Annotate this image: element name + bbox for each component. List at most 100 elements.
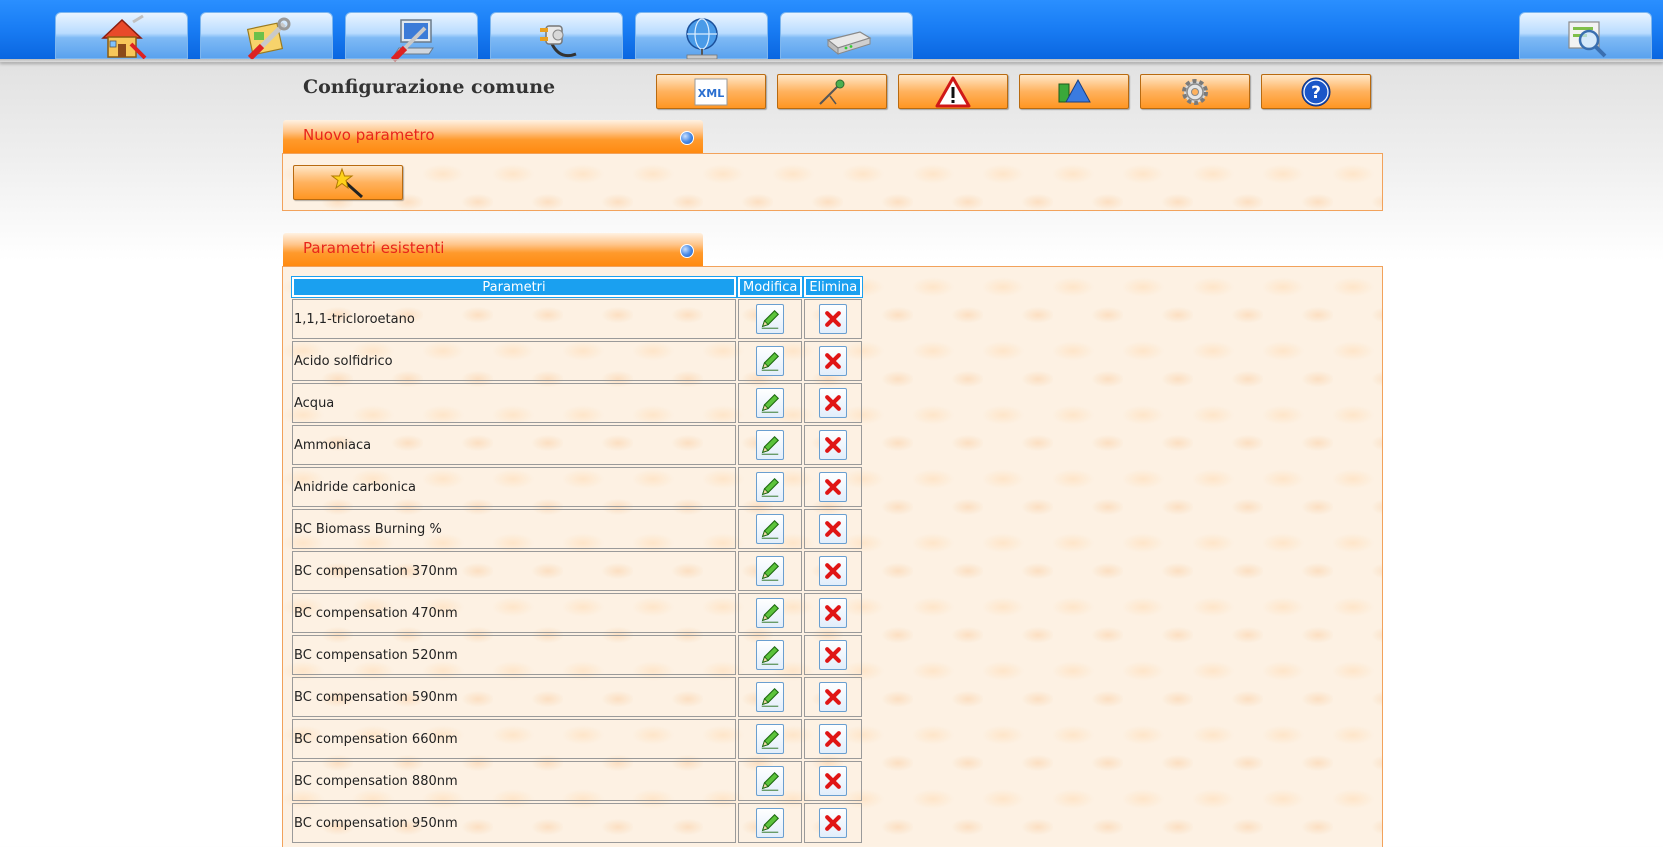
delete-cell — [804, 635, 863, 675]
delete-cell — [804, 803, 863, 843]
table-row: BC compensation 660nm — [292, 719, 863, 759]
edit-cell — [738, 719, 803, 759]
edit-button[interactable] — [756, 640, 785, 670]
delete-button[interactable] — [819, 556, 848, 586]
table-row: Anidride carbonica — [292, 467, 863, 507]
delete-button[interactable] — [819, 724, 848, 754]
nav-tab-search[interactable] — [1519, 12, 1652, 59]
delete-x-icon — [825, 773, 842, 789]
edit-button[interactable] — [756, 388, 785, 418]
help-icon: ? — [1301, 77, 1331, 106]
delete-button[interactable] — [819, 682, 848, 712]
collapse-toggle-icon[interactable] — [680, 131, 694, 145]
edit-button[interactable] — [756, 472, 785, 502]
parameter-name: Ammoniaca — [292, 425, 736, 465]
units-button[interactable] — [1019, 74, 1129, 109]
edit-cell — [738, 299, 803, 339]
edit-cell — [738, 509, 803, 549]
delete-x-icon — [825, 437, 842, 453]
warning-icon — [935, 76, 971, 107]
parameter-name: BC compensation 370nm — [292, 551, 736, 591]
probe-button[interactable] — [777, 74, 887, 109]
pencil-icon — [761, 393, 780, 413]
existing-parameters-panel-title: Parametri esistenti — [303, 239, 445, 257]
delete-button[interactable] — [819, 304, 848, 334]
table-row: BC compensation 370nm — [292, 551, 863, 591]
magic-wand-icon — [330, 167, 363, 198]
nav-tab-device[interactable] — [780, 12, 913, 59]
top-navigation-bar — [0, 0, 1663, 65]
xml-button[interactable]: XML — [656, 74, 766, 109]
table-row: Acido solfidrico — [292, 341, 863, 381]
nav-tab-tools[interactable] — [200, 12, 333, 60]
pencil-icon — [761, 771, 780, 791]
table-row: BC compensation 590nm — [292, 677, 863, 717]
parameter-name: BC compensation 520nm — [292, 635, 736, 675]
parameter-name: BC compensation 470nm — [292, 593, 736, 633]
delete-button[interactable] — [819, 430, 848, 460]
delete-cell — [804, 677, 863, 717]
settings-button[interactable] — [1140, 74, 1250, 109]
new-parameter-button[interactable] — [293, 165, 403, 200]
nav-tab-connection[interactable] — [490, 12, 623, 59]
delete-x-icon — [825, 353, 842, 369]
edit-button[interactable] — [756, 514, 785, 544]
edit-button[interactable] — [756, 346, 785, 376]
computer-icon — [390, 18, 434, 62]
edit-cell — [738, 635, 803, 675]
pencil-icon — [761, 309, 780, 329]
edit-button[interactable] — [756, 766, 785, 796]
edit-button[interactable] — [756, 598, 785, 628]
parameter-name: Acido solfidrico — [292, 341, 736, 381]
edit-button[interactable] — [756, 808, 785, 838]
delete-cell — [804, 719, 863, 759]
edit-button[interactable] — [756, 682, 785, 712]
collapse-toggle-icon[interactable] — [680, 244, 694, 258]
delete-button[interactable] — [819, 808, 848, 838]
table-row: Acqua — [292, 383, 863, 423]
delete-cell — [804, 299, 863, 339]
delete-button[interactable] — [819, 598, 848, 628]
delete-button[interactable] — [819, 766, 848, 796]
parameter-name: 1,1,1-tricloroetano — [292, 299, 736, 339]
delete-x-icon — [825, 647, 842, 663]
delete-x-icon — [825, 563, 842, 579]
delete-x-icon — [825, 689, 842, 705]
device-icon — [826, 30, 871, 55]
delete-x-icon — [825, 731, 842, 747]
existing-parameters-panel-header: Parametri esistenti — [283, 233, 703, 266]
existing-parameters-panel: Parametri Modifica Elimina 1,1,1-triclor… — [282, 266, 1383, 847]
delete-button[interactable] — [819, 472, 848, 502]
alarm-button[interactable] — [898, 74, 1008, 109]
pencil-icon — [761, 729, 780, 749]
edit-button[interactable] — [756, 556, 785, 586]
delete-button[interactable] — [819, 514, 848, 544]
edit-button[interactable] — [756, 724, 785, 754]
edit-button[interactable] — [756, 304, 785, 334]
pencil-icon — [761, 519, 780, 539]
search-icon — [1567, 20, 1606, 57]
edit-cell — [738, 593, 803, 633]
delete-button[interactable] — [819, 388, 848, 418]
nav-tab-network[interactable] — [635, 12, 768, 59]
nav-tab-home[interactable] — [55, 12, 188, 59]
xml-icon: XML — [694, 78, 728, 105]
table-row: BC Biomass Burning % — [292, 509, 863, 549]
delete-cell — [804, 425, 863, 465]
delete-button[interactable] — [819, 640, 848, 670]
delete-cell — [804, 761, 863, 801]
nav-tab-computer[interactable] — [345, 12, 478, 62]
edit-button[interactable] — [756, 430, 785, 460]
table-header-row: Parametri Modifica Elimina — [291, 276, 864, 298]
shapes-icon — [1058, 78, 1091, 102]
help-button[interactable]: ? — [1261, 74, 1371, 109]
column-header-edit: Modifica — [736, 276, 804, 298]
edit-cell — [738, 341, 803, 381]
edit-cell — [738, 803, 803, 843]
page-title: Configurazione comune — [303, 76, 556, 98]
delete-x-icon — [825, 521, 842, 537]
delete-x-icon — [825, 311, 842, 327]
delete-x-icon — [825, 479, 842, 495]
delete-button[interactable] — [819, 346, 848, 376]
pencil-icon — [761, 435, 780, 455]
